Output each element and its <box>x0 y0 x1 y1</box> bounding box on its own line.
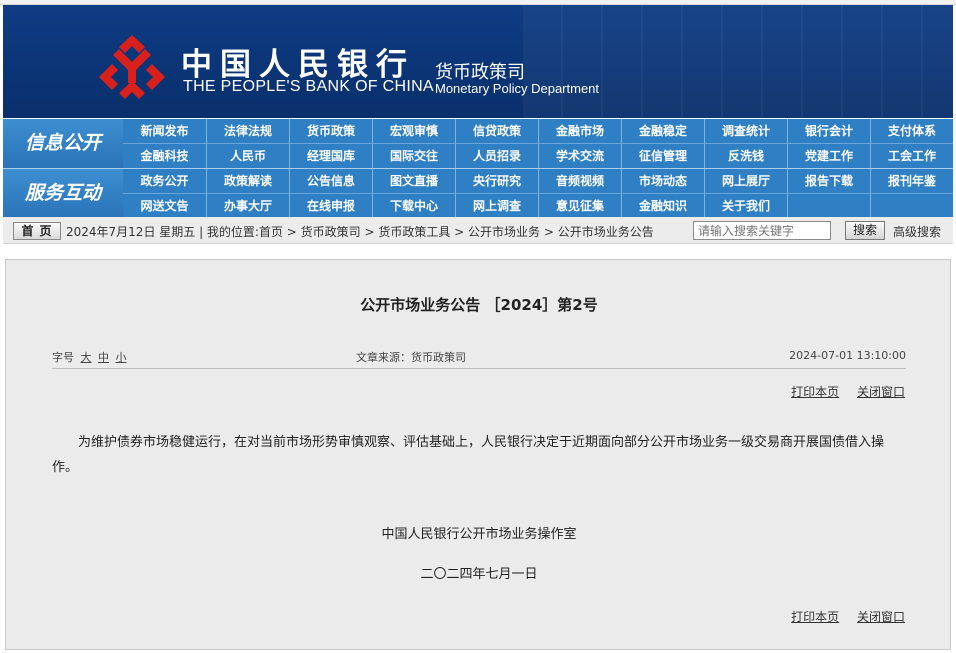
print-page-link[interactable]: 打印本页 <box>791 610 839 624</box>
close-window-link[interactable]: 关闭窗口 <box>857 385 905 399</box>
nav-item[interactable]: 金融知识 <box>621 193 704 218</box>
article-source: 文章来源：货币政策司 <box>356 351 466 364</box>
advanced-search-link[interactable]: 高级搜索 <box>893 223 941 240</box>
font-size-label: 字号 <box>52 351 74 364</box>
nav-item[interactable]: 信贷政策 <box>455 119 538 143</box>
nav-item[interactable]: 工会工作 <box>870 143 953 168</box>
nav-item[interactable]: 图文直播 <box>372 169 455 193</box>
nav-item[interactable]: 办事大厅 <box>206 193 289 218</box>
article-date: 2024-07-01 13:10:00 <box>789 349 906 362</box>
nav-item[interactable]: 关于我们 <box>704 193 787 218</box>
signature-org: 中国人民银行公开市场业务操作室 <box>381 527 577 542</box>
nav-item[interactable]: 音频视频 <box>538 169 621 193</box>
nav-grid-info: 新闻发布 法律法规 货币政策 宏观审慎 信贷政策 金融市场 金融稳定 调查统计 … <box>123 119 953 168</box>
nav-item[interactable]: 学术交流 <box>538 143 621 168</box>
nav-item[interactable]: 金融稳定 <box>621 119 704 143</box>
nav-block-info: 信息公开 新闻发布 法律法规 货币政策 宏观审慎 信贷政策 金融市场 金融稳定 … <box>3 119 953 168</box>
font-medium-link[interactable]: 中 <box>98 351 109 364</box>
signature-date: 二〇二四年七月一日 <box>420 567 538 582</box>
nav-item[interactable]: 货币政策 <box>289 119 372 143</box>
font-large-link[interactable]: 大 <box>81 351 92 364</box>
close-window-link[interactable]: 关闭窗口 <box>857 610 905 624</box>
nav-item[interactable]: 在线申报 <box>289 193 372 218</box>
pboc-logo-icon <box>99 35 165 99</box>
nav-item[interactable]: 网送文告 <box>123 193 206 218</box>
nav-item-empty <box>787 193 870 218</box>
article-tools-bottom: 打印本页 关闭窗口 <box>777 608 905 625</box>
nav-item[interactable]: 新闻发布 <box>123 119 206 143</box>
article-tools-top: 打印本页 关闭窗口 <box>777 383 905 400</box>
nav-item[interactable]: 经理国库 <box>289 143 372 168</box>
nav-item[interactable]: 央行研究 <box>455 169 538 193</box>
nav-grid-service: 政务公开 政策解读 公告信息 图文直播 央行研究 音频视频 市场动态 网上展厅 … <box>123 169 953 218</box>
nav-item[interactable]: 国际交往 <box>372 143 455 168</box>
print-page-link[interactable]: 打印本页 <box>791 385 839 399</box>
nav-item[interactable]: 下载中心 <box>372 193 455 218</box>
department-name-en: Monetary Policy Department <box>435 81 600 96</box>
breadcrumb-bar: 首页 2024年7月12日 星期五 | 我的位置:首页 > 货币政策司 > 货币… <box>3 217 953 244</box>
home-button[interactable]: 首页 <box>13 222 61 240</box>
article-title: 公开市场业务公告 ［2024］第2号 <box>360 296 598 314</box>
nav-item[interactable]: 宏观审慎 <box>372 119 455 143</box>
article-panel: 公开市场业务公告 ［2024］第2号 字号 大 中 小 文章来源：货币政策司 2… <box>5 259 951 650</box>
nav-item[interactable]: 征信管理 <box>621 143 704 168</box>
nav-title-service-interaction[interactable]: 服务互动 <box>3 169 123 218</box>
nav-title-info-disclosure[interactable]: 信息公开 <box>3 119 123 168</box>
breadcrumb: 2024年7月12日 星期五 | 我的位置:首页 > 货币政策司 > 货币政策工… <box>66 225 654 239</box>
header-banner: 中国人民银行 THE PEOPLE'S BANK OF CHINA 货币政策司 … <box>3 5 953 118</box>
nav-item[interactable]: 银行会计 <box>787 119 870 143</box>
nav-item[interactable]: 意见征集 <box>538 193 621 218</box>
nav-item[interactable]: 反洗钱 <box>704 143 787 168</box>
search-button[interactable]: 搜索 <box>845 221 885 240</box>
nav-item[interactable]: 网上调查 <box>455 193 538 218</box>
nav-item[interactable]: 市场动态 <box>621 169 704 193</box>
article-body: 为维护债券市场稳健运行，在对当前市场形势审慎观察、评估基础上，人民银行决定于近期… <box>52 435 885 475</box>
nav-item[interactable]: 金融市场 <box>538 119 621 143</box>
nav-item[interactable]: 公告信息 <box>289 169 372 193</box>
bank-name-en: THE PEOPLE'S BANK OF CHINA <box>183 78 434 95</box>
nav-item[interactable]: 报告下载 <box>787 169 870 193</box>
font-size-controls: 字号 大 中 小 <box>52 349 127 365</box>
nav-item[interactable]: 政策解读 <box>206 169 289 193</box>
nav-item[interactable]: 网上展厅 <box>704 169 787 193</box>
search-input[interactable] <box>693 221 831 240</box>
nav-item[interactable]: 政务公开 <box>123 169 206 193</box>
nav-item-empty <box>870 193 953 218</box>
main-nav: 信息公开 新闻发布 法律法规 货币政策 宏观审慎 信贷政策 金融市场 金融稳定 … <box>3 119 953 218</box>
nav-item[interactable]: 金融科技 <box>123 143 206 168</box>
nav-item[interactable]: 支付体系 <box>870 119 953 143</box>
nav-item[interactable]: 人员招录 <box>455 143 538 168</box>
nav-item[interactable]: 法律法规 <box>206 119 289 143</box>
nav-item[interactable]: 人民币 <box>206 143 289 168</box>
font-small-link[interactable]: 小 <box>116 351 127 364</box>
nav-item[interactable]: 调查统计 <box>704 119 787 143</box>
article-meta: 字号 大 中 小 文章来源：货币政策司 2024-07-01 13:10:00 <box>52 349 906 365</box>
nav-block-service: 服务互动 政务公开 政策解读 公告信息 图文直播 央行研究 音频视频 市场动态 … <box>3 168 953 218</box>
nav-item[interactable]: 报刊年鉴 <box>870 169 953 193</box>
nav-item[interactable]: 党建工作 <box>787 143 870 168</box>
divider <box>52 368 906 369</box>
